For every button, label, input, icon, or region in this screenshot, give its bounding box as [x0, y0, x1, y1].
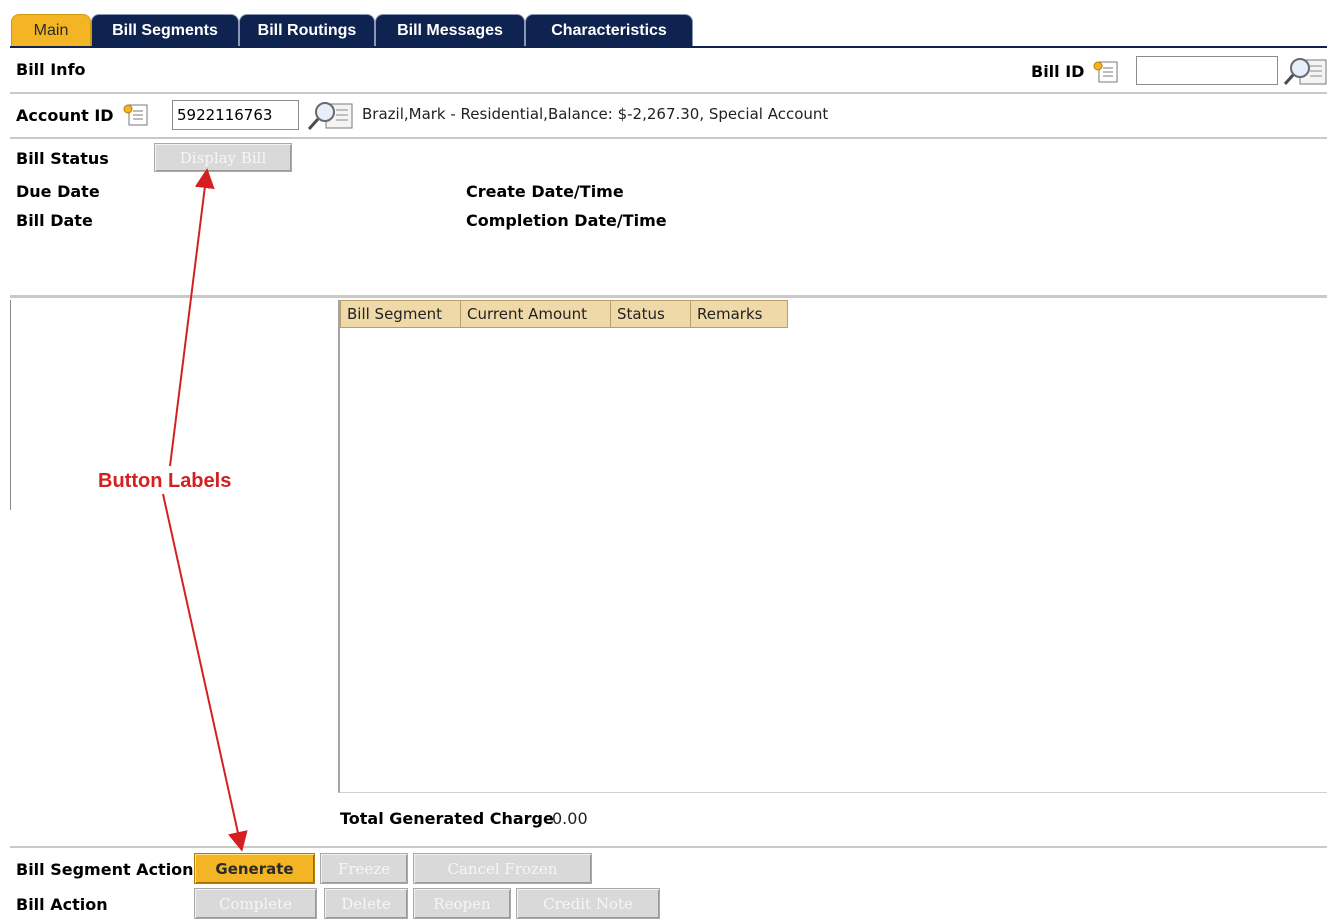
annotation-arrows	[162, 168, 248, 852]
button-labels-annotation: Button Labels	[98, 470, 232, 492]
